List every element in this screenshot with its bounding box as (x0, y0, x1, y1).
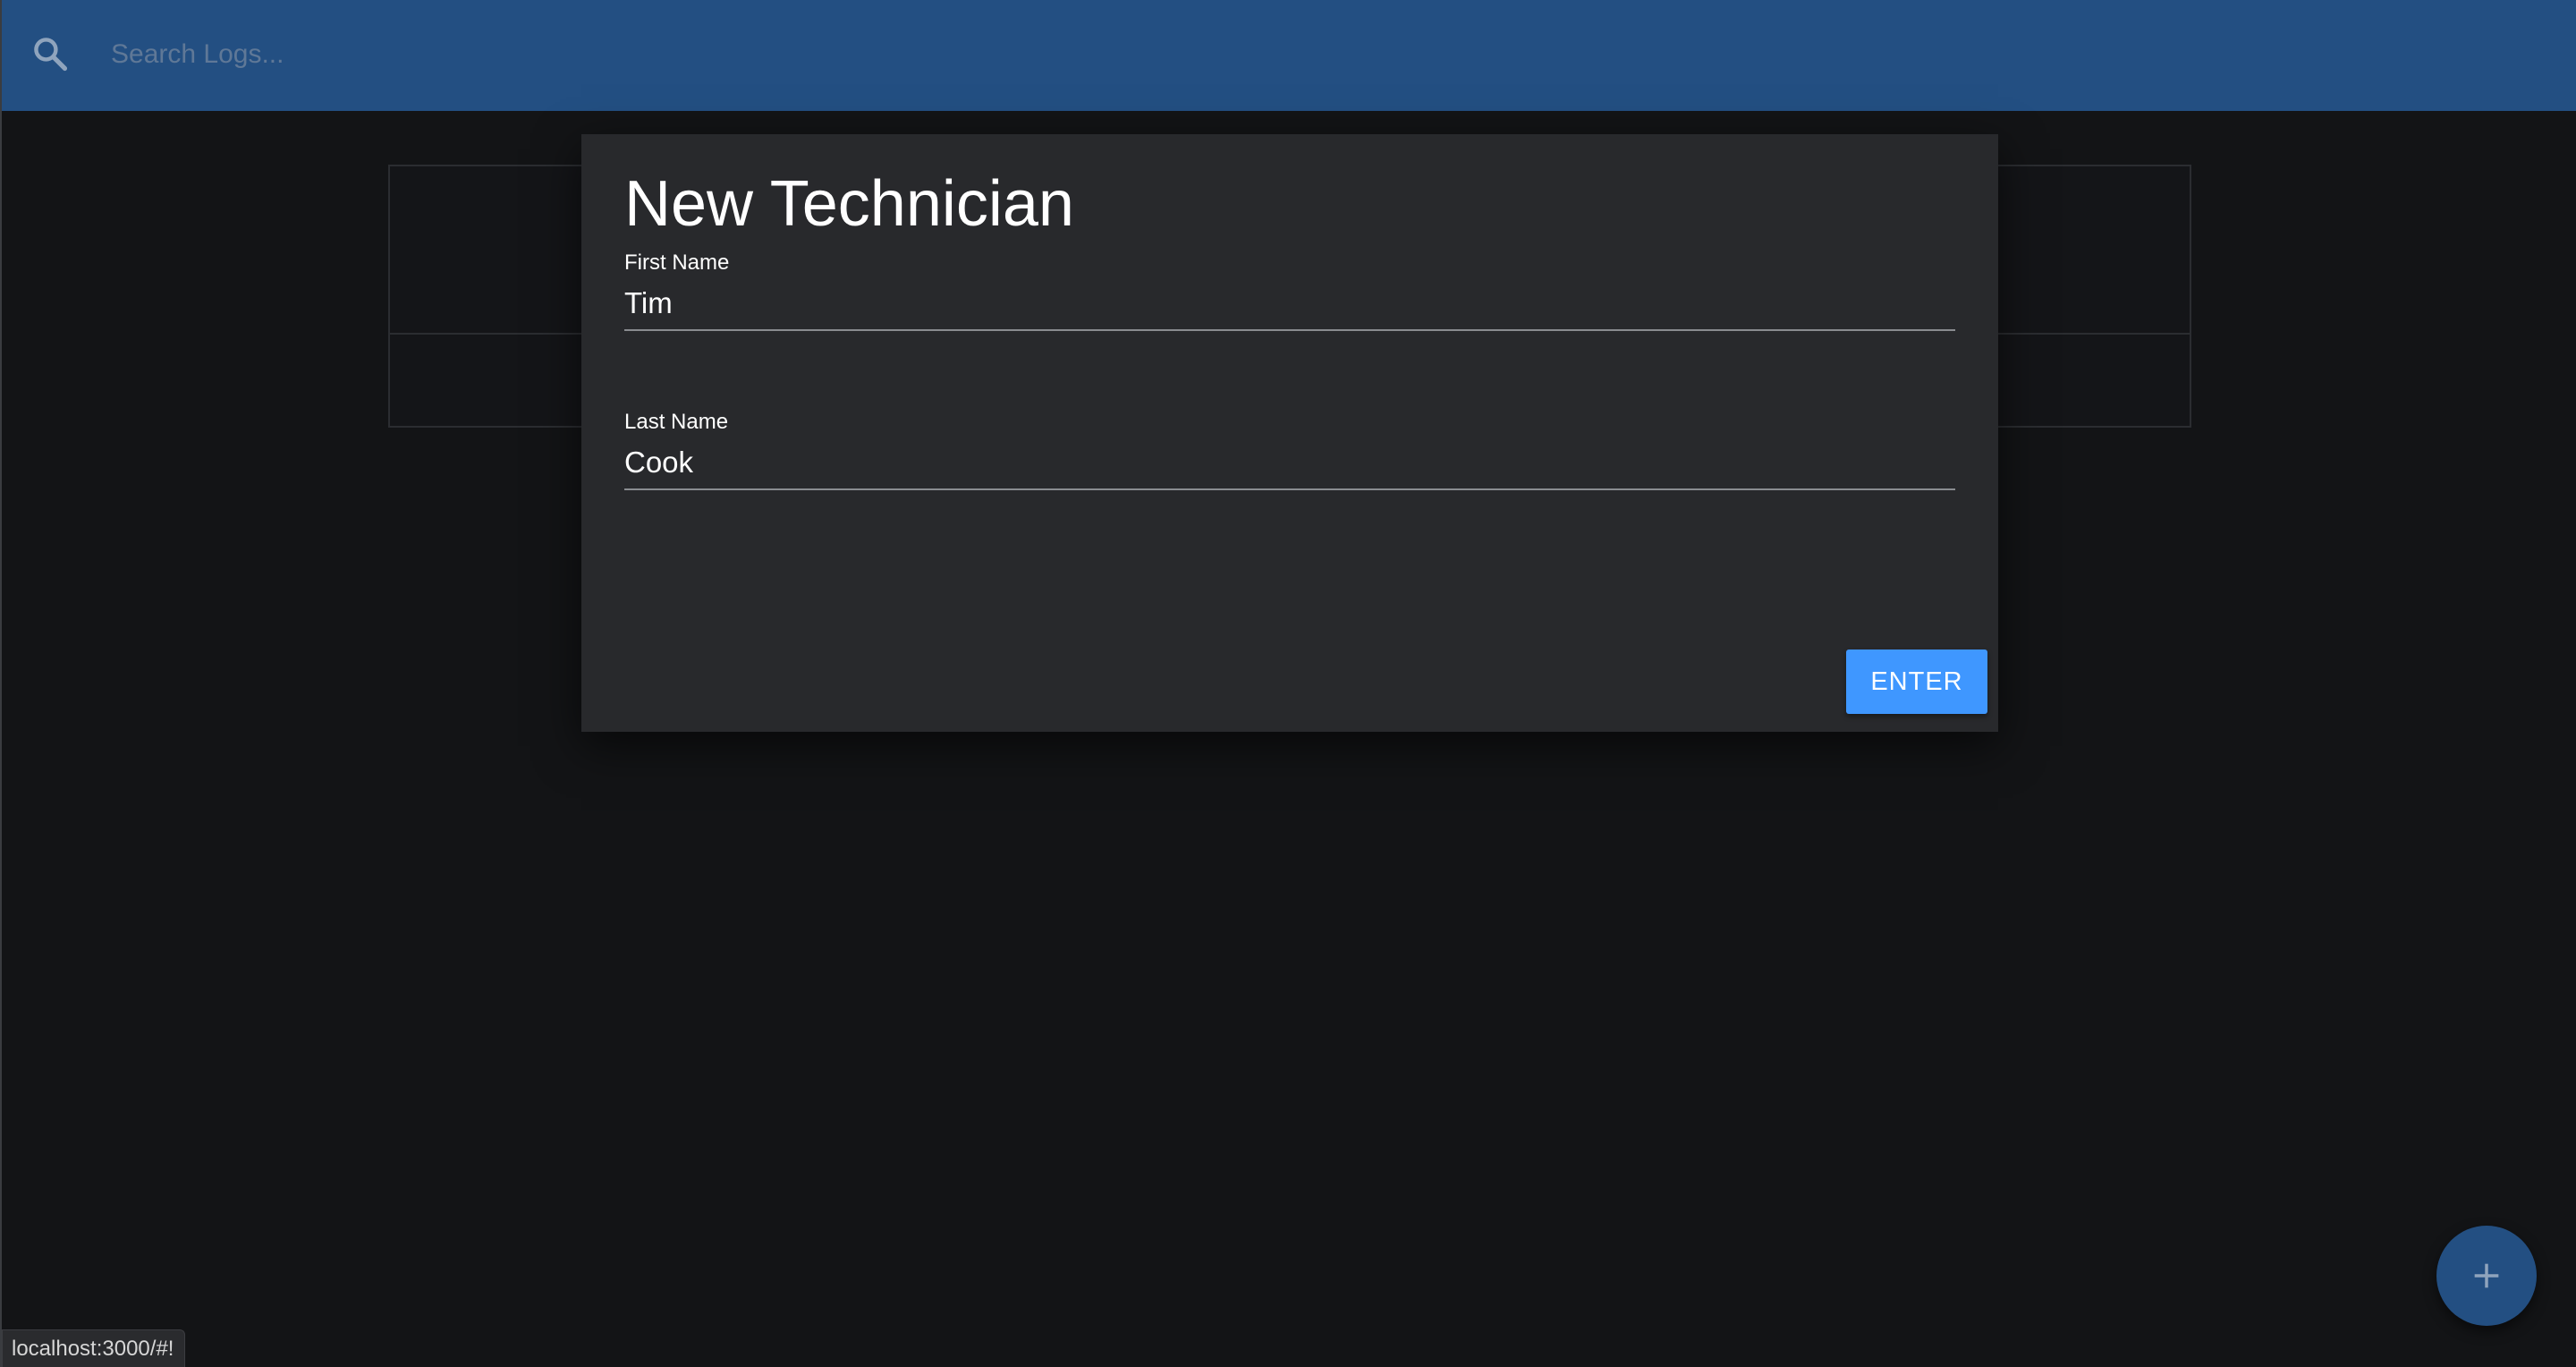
modal-title: New Technician (624, 168, 1074, 240)
app-page: New Technician First Name Last Name ENTE… (0, 0, 2576, 1367)
status-bar-url: localhost:3000/#! (2, 1329, 186, 1367)
new-technician-modal: New Technician First Name Last Name ENTE… (581, 134, 1998, 732)
enter-button[interactable]: ENTER (1846, 650, 1987, 714)
search-input[interactable] (109, 27, 1186, 82)
first-name-field[interactable] (624, 277, 1955, 331)
top-navbar (2, 0, 2576, 111)
add-log-button[interactable] (2436, 1226, 2537, 1326)
last-name-field[interactable] (624, 437, 1955, 490)
last-name-label: Last Name (624, 410, 729, 434)
first-name-label: First Name (624, 250, 730, 275)
